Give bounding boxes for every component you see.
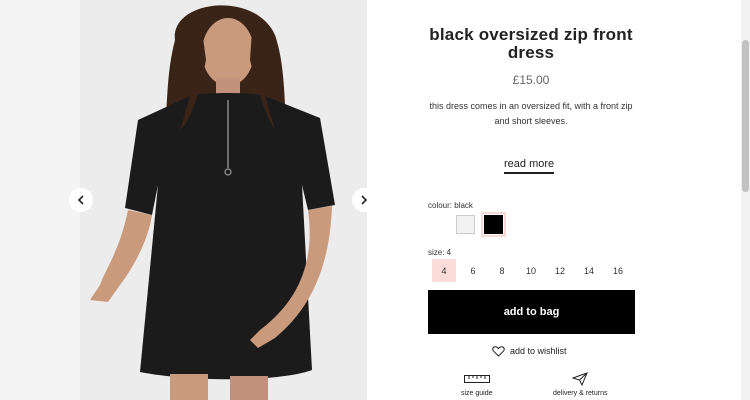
size-option-4[interactable]: 4	[432, 259, 456, 282]
size-guide-label: size guide	[461, 390, 493, 397]
colour-swatch-black[interactable]	[481, 212, 506, 237]
carousel-next-button[interactable]	[352, 188, 376, 212]
ruler-icon	[463, 372, 490, 386]
add-to-wishlist-button[interactable]: add to wishlist	[492, 344, 567, 358]
size-option-12[interactable]: 12	[548, 259, 572, 282]
add-to-bag-button[interactable]: add to bag	[428, 290, 635, 334]
size-label: size: 4	[428, 248, 452, 257]
delivery-returns-label: delivery & returns	[553, 390, 608, 397]
product-details: black oversized zip front dress £15.00 t…	[400, 0, 662, 400]
scrollbar-thumb[interactable]	[742, 40, 749, 192]
size-guide-link[interactable]: size guide	[461, 372, 493, 397]
read-more-link[interactable]: read more	[504, 158, 555, 174]
product-image[interactable]	[80, 0, 367, 400]
size-option-8[interactable]: 8	[490, 259, 514, 282]
product-description: this dress comes in an oversized fit, wi…	[429, 101, 633, 126]
size-option-10[interactable]: 10	[519, 259, 543, 282]
wishlist-label: add to wishlist	[510, 346, 567, 356]
size-selector: 4 6 8 10 12 14 16	[432, 259, 635, 282]
chevron-left-icon	[77, 195, 84, 205]
heart-icon	[492, 345, 505, 357]
colour-swatch-white[interactable]	[456, 215, 475, 234]
delivery-returns-link[interactable]: delivery & returns	[553, 372, 607, 397]
page-scrollbar[interactable]	[741, 0, 750, 400]
chevron-right-icon	[361, 195, 368, 205]
product-title: black oversized zip front dress	[429, 25, 633, 62]
model-photo	[80, 0, 367, 400]
size-option-6[interactable]: 6	[461, 259, 485, 282]
carousel-prev-button[interactable]	[69, 188, 93, 212]
paper-plane-icon	[572, 372, 589, 386]
product-price: £15.00	[512, 73, 550, 87]
size-option-14[interactable]: 14	[577, 259, 601, 282]
page-gutter	[0, 0, 80, 400]
colour-label: colour: black	[428, 201, 473, 210]
size-option-16[interactable]: 16	[606, 259, 630, 282]
